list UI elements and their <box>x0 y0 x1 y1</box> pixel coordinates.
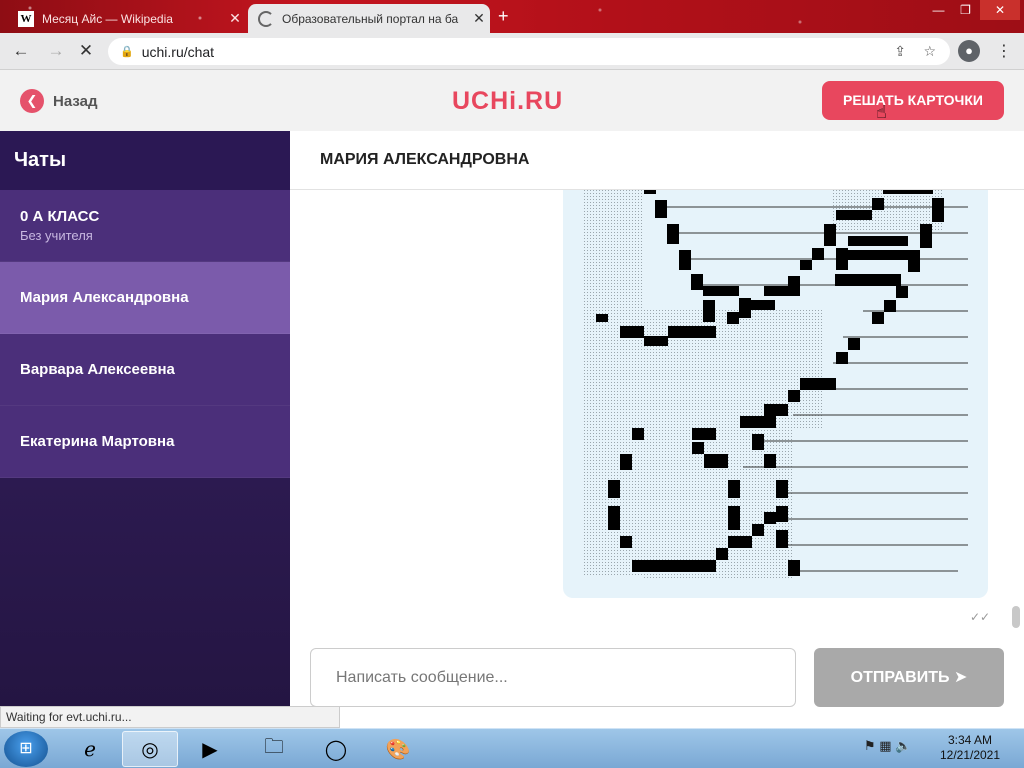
chat-item-label: Мария Александровна <box>20 289 189 306</box>
clock[interactable]: 3:34 AM 12/21/2021 <box>930 733 1010 763</box>
chat-scrollbar[interactable] <box>1012 606 1020 628</box>
chat-item-class[interactable]: 0 А КЛАСС Без учителя <box>0 190 290 262</box>
tab-title: Образовательный портал на ба <box>282 11 459 26</box>
pixel-art-message-image <box>584 190 968 580</box>
system-tray: ⚑ ▦ 🔈 <box>864 738 911 754</box>
uchi-logo[interactable]: UCHi.RU <box>452 87 563 116</box>
new-tab-button[interactable]: + <box>498 6 509 27</box>
windows-taskbar: ⊞ ℯ ◎ ▶ 🗀 ◯ 🎨 ⚑ ▦ 🔈 3:34 AM 12/21/2021 <box>0 728 1024 768</box>
chat-title: МАРИЯ АЛЕКСАНДРОВНА <box>290 131 1024 190</box>
chat-item-label: Екатерина Мартовна <box>20 433 175 450</box>
forward-arrow-icon[interactable]: → <box>45 41 67 61</box>
action-center-icon[interactable]: ⚑ <box>864 738 876 753</box>
profile-avatar-icon[interactable]: ● <box>958 40 980 62</box>
send-button[interactable]: ОТПРАВИТЬ ➤ <box>814 648 1004 707</box>
solve-cards-button[interactable]: РЕШАТЬ КАРТОЧКИ <box>822 81 1004 120</box>
address-bar[interactable]: 🔒 uchi.ru/chat ⇪ ☆ <box>108 38 950 65</box>
browser-tab-strip: W Месяц Айс — Wikipedia ✕ Образовательны… <box>0 0 1024 33</box>
chat-item-label: Варвара Алексеевна <box>20 361 175 378</box>
loading-spinner-icon <box>258 10 274 27</box>
window-close-button[interactable]: ✕ <box>980 0 1020 20</box>
read-receipt-icon: ✓✓ <box>970 610 991 624</box>
url-text[interactable]: uchi.ru/chat <box>142 44 214 60</box>
chat-item-subtitle: Без учителя <box>20 228 93 243</box>
message-input[interactable] <box>310 648 796 707</box>
page-header: ❮ Назад UCHi.RU РЕШАТЬ КАРТОЧКИ <box>0 70 1024 131</box>
tab-title: Месяц Айс — Wikipedia <box>42 11 173 26</box>
send-arrow-icon: ➤ <box>953 669 968 686</box>
sidebar-title: Чаты <box>0 131 290 190</box>
back-label: Назад <box>53 92 98 110</box>
hand-cursor-icon: ☝ <box>876 102 887 122</box>
browser-menu-icon[interactable]: ⋮ <box>996 41 1012 61</box>
chrome-icon[interactable]: ◎ <box>122 731 178 767</box>
back-link[interactable]: ❮ Назад <box>20 89 97 113</box>
network-icon[interactable]: ▦ <box>879 738 891 753</box>
stop-loading-icon[interactable]: ✕ <box>75 41 97 61</box>
close-tab-icon[interactable]: ✕ <box>468 10 490 27</box>
lock-icon: 🔒 <box>120 46 134 58</box>
chat-item-maria[interactable]: Мария Александровна <box>0 262 290 334</box>
opera-icon[interactable]: ◯ <box>308 731 364 767</box>
bookmark-star-icon[interactable]: ☆ <box>923 43 936 60</box>
paint-icon[interactable]: 🎨 <box>370 731 426 767</box>
chevron-left-icon: ❮ <box>20 89 44 113</box>
share-icon[interactable]: ⇪ <box>894 43 906 60</box>
volume-icon[interactable]: 🔈 <box>895 738 911 753</box>
browser-tab-uchi[interactable]: Образовательный портал на ба ✕ <box>248 4 490 33</box>
start-button-icon[interactable]: ⊞ <box>4 731 48 767</box>
back-arrow-icon[interactable]: ← <box>10 41 32 61</box>
close-tab-icon[interactable]: ✕ <box>224 10 246 27</box>
chat-item-ekaterina[interactable]: Екатерина Мартовна <box>0 406 290 478</box>
minimize-button[interactable]: — <box>925 0 952 20</box>
chat-item-label: 0 А КЛАСС <box>20 208 100 225</box>
browser-tab-wikipedia[interactable]: W Месяц Айс — Wikipedia ✕ <box>8 4 246 33</box>
message-bubble <box>563 190 988 598</box>
clock-date: 12/21/2021 <box>939 748 1001 762</box>
browser-toolbar: ← → ✕ 🔒 uchi.ru/chat ⇪ ☆ ● ⋮ <box>0 33 1024 70</box>
clock-time: 3:34 AM <box>947 733 993 747</box>
send-label: ОТПРАВИТЬ <box>850 669 950 686</box>
chat-item-varvara[interactable]: Варвара Алексеевна <box>0 334 290 406</box>
file-explorer-icon[interactable]: 🗀 <box>246 731 302 767</box>
wikipedia-icon: W <box>18 10 34 27</box>
dotted-fill <box>584 190 943 580</box>
media-player-icon[interactable]: ▶ <box>182 731 238 767</box>
maximize-button[interactable]: ❐ <box>952 0 979 20</box>
browser-status-bar: Waiting for evt.uchi.ru... <box>0 706 340 728</box>
chats-sidebar: Чаты 0 А КЛАСС Без учителя Мария Алексан… <box>0 131 290 709</box>
internet-explorer-icon[interactable]: ℯ <box>62 731 118 767</box>
